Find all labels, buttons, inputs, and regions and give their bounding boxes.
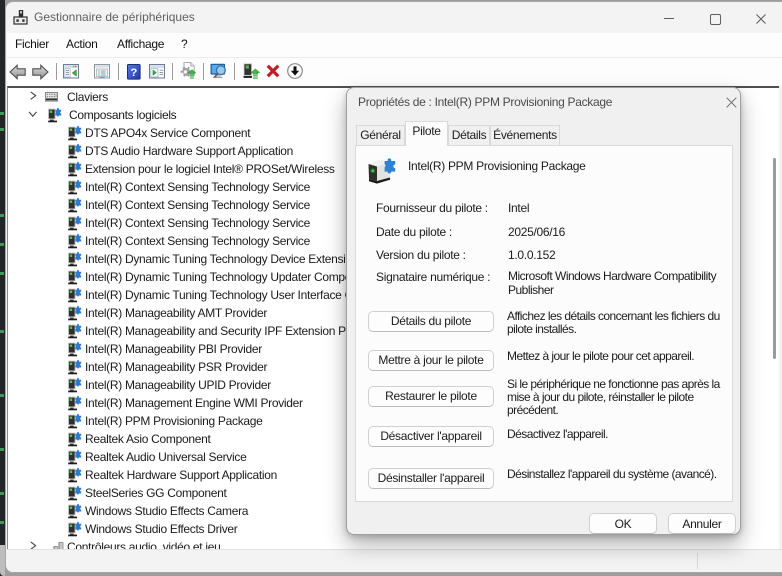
svg-text:?: ? <box>130 67 137 79</box>
